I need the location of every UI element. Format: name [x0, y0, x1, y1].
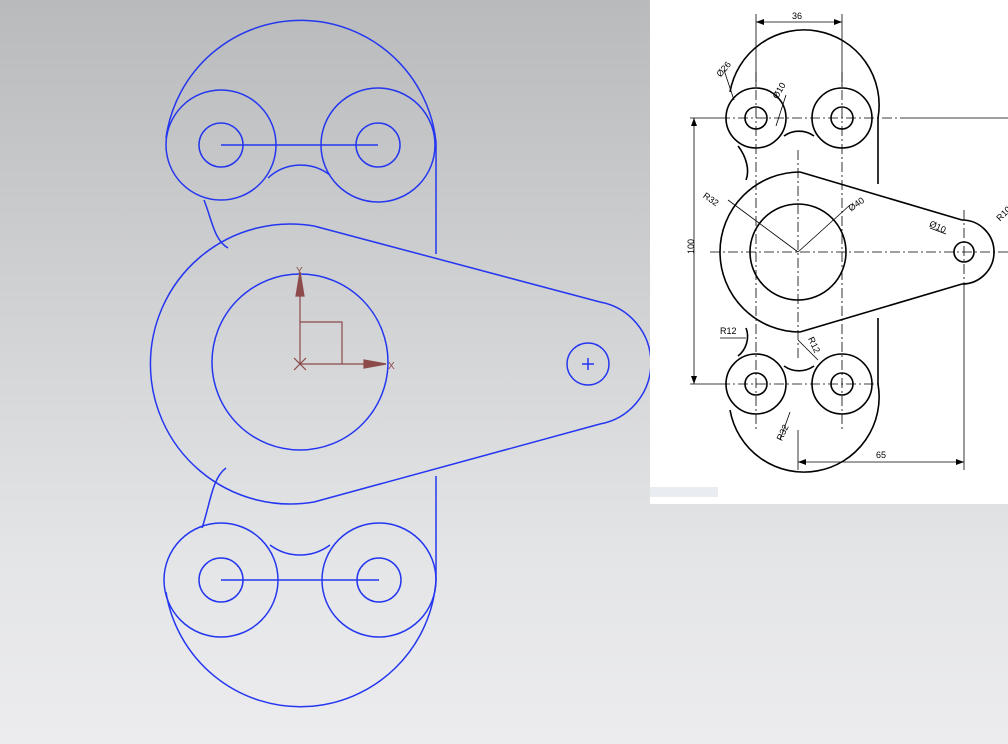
reference-panel-footer — [650, 487, 718, 497]
coordinate-triad-icon — [293, 271, 387, 371]
sketch-top-connecting-arc[interactable] — [267, 164, 331, 179]
sketch-bottom-outer-arc[interactable] — [165, 579, 437, 708]
sketch-bottom-connecting-arc[interactable] — [269, 544, 331, 556]
sketch-left-lower-fillet[interactable] — [201, 467, 227, 529]
sketch-geometry[interactable] — [149, 19, 652, 708]
reference-drawing-panel: 36 100 65 Ø26 Ø10 R32 Ø40 Ø10 R10 R12 R1… — [650, 0, 1008, 504]
ref-dim-65: 65 — [876, 450, 886, 460]
sketch-top-outer-arc[interactable] — [165, 19, 437, 143]
sketch-arm-upper-edge[interactable] — [313, 225, 601, 303]
ref-label-d26: Ø26 — [714, 59, 733, 78]
reference-drawing: 36 100 65 Ø26 Ø10 R32 Ø40 Ø10 R10 R12 R1… — [686, 11, 1008, 473]
ref-outline — [719, 29, 995, 473]
sketch-hub-outer-arc[interactable] — [149, 223, 315, 505]
sketch-arm-tip-arc[interactable] — [599, 301, 652, 425]
ref-label-r12-left: R12 — [720, 326, 737, 336]
ref-label-r32-left: R32 — [701, 190, 720, 208]
ref-centerlines — [710, 72, 1008, 430]
ref-dim-36: 36 — [792, 11, 802, 21]
ref-label-r10-tip: R10 — [994, 204, 1008, 223]
sketch-arm-lower-edge[interactable] — [313, 423, 601, 503]
triad-x-label: X — [388, 361, 395, 372]
triad-y-label: Y — [296, 266, 303, 277]
ref-label-d40: Ø40 — [846, 195, 866, 213]
ref-label-r12-mid: R12 — [806, 335, 822, 354]
ref-label-r32-bottom: R32 — [775, 423, 791, 442]
ref-label-d10-arm: Ø10 — [928, 219, 948, 235]
ref-dim-100: 100 — [686, 239, 696, 254]
